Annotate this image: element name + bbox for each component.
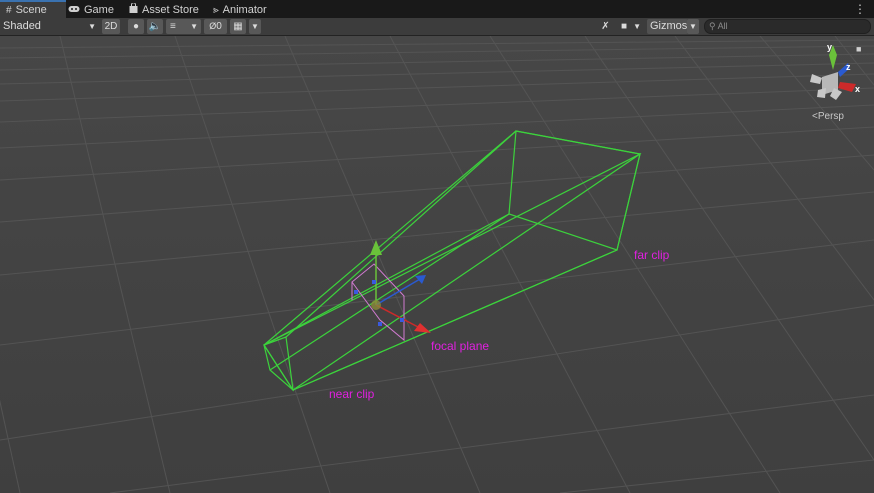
tab-game[interactable]: Game (68, 0, 114, 18)
audio-toggle-button[interactable]: 🔈 (147, 19, 163, 34)
lock-icon[interactable]: ■ (856, 44, 861, 54)
tab-animator-label: Animator (222, 4, 267, 16)
chevron-down-icon: ▼ (251, 22, 259, 31)
tools-button[interactable]: ✗ (597, 19, 614, 34)
grid-icon: ▦ (233, 21, 243, 32)
search-placeholder: All (717, 21, 728, 31)
tab-animator[interactable]: ⪢ Animator (213, 0, 267, 18)
axis-z-label: z (846, 62, 851, 72)
more-options-icon[interactable]: ⋮ (854, 2, 866, 16)
hierarchy-search-input[interactable]: ⚲ All (704, 19, 871, 34)
tab-asset-store[interactable]: Asset Store (129, 0, 199, 18)
layers-icon: ≡ (170, 21, 176, 32)
far-clip-label: far clip (634, 248, 670, 262)
grid-options-dropdown[interactable]: ▼ (249, 19, 261, 34)
axis-x-label: x (855, 84, 860, 94)
hidden-objects-toggle[interactable]: Ø0 (204, 19, 227, 34)
gizmos-dropdown[interactable]: ▼ (687, 19, 699, 34)
camera-settings-dropdown[interactable]: ■ ▼ (619, 19, 644, 34)
draw-mode-dropdown[interactable]: Shaded ▼ (0, 19, 99, 34)
tab-scene-label: Scene (15, 4, 47, 16)
persp-label: Persp (818, 111, 845, 122)
tab-asset-store-label: Asset Store (142, 4, 199, 16)
chevron-down-icon: ▼ (190, 22, 198, 31)
speaker-icon: 🔈 (148, 21, 162, 32)
near-clip-label: near clip (329, 387, 375, 401)
draw-mode-value: Shaded (3, 20, 41, 32)
chevron-down-icon: ▼ (88, 22, 96, 31)
chevron-down-icon: ▼ (633, 22, 641, 31)
toggle-2d-button[interactable]: 2D (102, 19, 120, 34)
lightbulb-icon: ● (132, 21, 140, 32)
tab-game-label: Game (84, 4, 114, 16)
scene-grid-icon: # (6, 5, 12, 16)
grid-toggle-button[interactable]: ▦ (230, 19, 246, 34)
axis-y-label: y (827, 42, 832, 52)
effects-toggle-button[interactable]: ≡ ▼ (166, 19, 201, 34)
search-icon: ⚲ (709, 21, 716, 31)
gizmos-label: Gizmos (650, 20, 688, 32)
lighting-toggle-button[interactable]: ● (128, 19, 144, 34)
tab-scene[interactable]: # Scene (0, 0, 66, 18)
scene-viewport[interactable]: far clip focal plane near clip y z x ■ <… (0, 36, 874, 493)
camera-icon: ■ (621, 21, 628, 32)
tab-bar: # Scene Game Asset Store ⪢ Animator ⋮ (0, 0, 874, 18)
scene-canvas[interactable]: far clip focal plane near clip y z x ■ <… (0, 36, 874, 493)
focal-plane-label: focal plane (431, 339, 489, 353)
scene-toolbar: Shaded ▼ 2D ● 🔈 ≡ ▼ Ø0 ▦ ▼ ✗ ■ ▼ Gizmos … (0, 18, 874, 36)
hidden-count: 0 (216, 21, 222, 32)
wrench-icon: ✗ (601, 21, 610, 32)
gizmos-button[interactable]: Gizmos (647, 19, 688, 34)
chevron-down-icon: ▼ (689, 22, 697, 31)
toggle-2d-label: 2D (104, 21, 118, 32)
projection-toggle[interactable]: <Persp (812, 111, 844, 122)
